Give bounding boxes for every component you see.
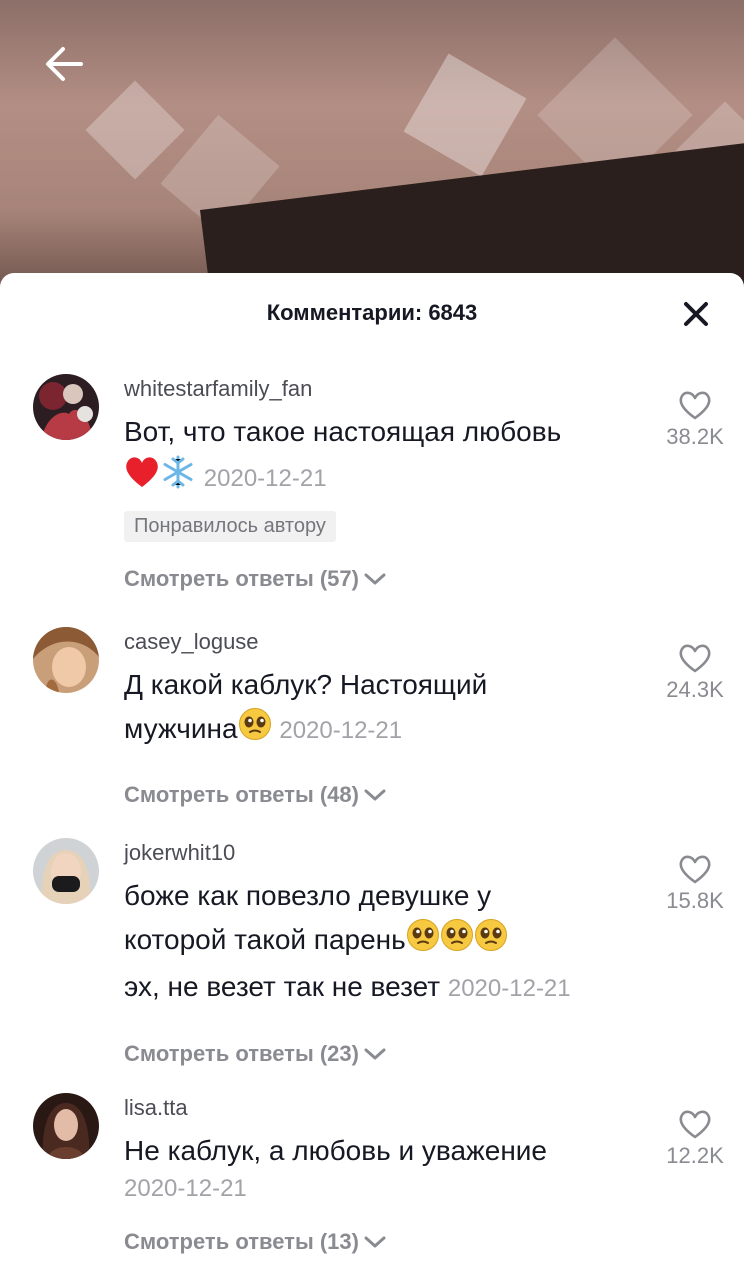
comments-sheet: Комментарии: 6843 whitestarfamily_fan Во…: [0, 273, 744, 1280]
comment-date: 2020-12-21: [124, 1175, 247, 1202]
view-replies-button[interactable]: Смотреть ответы (13): [124, 1229, 634, 1255]
pleading-face-icon: [440, 918, 474, 965]
pleading-face-icon: [406, 918, 440, 965]
view-replies-button[interactable]: Смотреть ответы (23): [124, 1041, 634, 1067]
comment-text-line: Не каблук, а любовь и уважение: [124, 1135, 548, 1166]
comment-username[interactable]: whitestarfamily_fan: [124, 374, 634, 404]
avatar[interactable]: [33, 374, 99, 440]
heart-outline-icon: [679, 644, 711, 673]
like-button[interactable]: 24.3K: [652, 643, 738, 703]
comment-text-line: эх, не везет так не везет: [124, 971, 441, 1003]
avatar[interactable]: [33, 838, 99, 904]
chevron-down-icon: [364, 1048, 386, 1060]
pleading-face-icon: [474, 918, 508, 965]
comment-text: Д какой каблук? Настоящий мужчина 2020-1…: [124, 663, 634, 754]
view-replies-label: Смотреть ответы (57): [124, 566, 359, 591]
view-replies-label: Смотреть ответы (23): [124, 1041, 359, 1067]
close-icon: [684, 302, 708, 326]
view-replies-button[interactable]: Смотреть ответы (48): [124, 782, 634, 808]
view-replies-label: Смотреть ответы (48): [124, 782, 359, 808]
comment-text-line: которой такой парень: [124, 924, 406, 955]
close-button[interactable]: [682, 300, 710, 328]
comment-item: jokerwhit10 боже как повезло девушке у к…: [0, 838, 744, 1088]
like-button[interactable]: 15.8K: [652, 854, 738, 914]
comment-text-line: боже как повезло девушке у: [124, 880, 492, 911]
comment-date: 2020-12-21: [279, 717, 403, 744]
like-count: 38.2K: [666, 424, 724, 449]
chevron-down-icon: [364, 573, 386, 585]
avatar[interactable]: [33, 1093, 99, 1159]
comment-text-line: мужчина: [124, 713, 238, 744]
view-replies-button[interactable]: Смотреть ответы (57): [124, 566, 634, 592]
comment-item: lisa.tta Не каблук, а любовь и уважение …: [0, 1093, 744, 1280]
back-button[interactable]: [40, 40, 88, 88]
like-count: 12.2K: [666, 1143, 724, 1168]
avatar[interactable]: [33, 627, 99, 693]
comment-item: whitestarfamily_fan Вот, что такое насто…: [0, 374, 744, 604]
red-heart-icon: [124, 455, 160, 502]
heart-outline-icon: [679, 1110, 711, 1139]
snowflake-icon: [160, 454, 196, 503]
liked-by-author-badge: Понравилось автору: [124, 511, 336, 542]
comment-text: боже как повезло девушке у которой такой…: [124, 874, 634, 1011]
comment-text-line: Вот, что такое настоящая любовь: [124, 416, 562, 447]
comment-item: casey_loguse Д какой каблук? Настоящий м…: [0, 627, 744, 827]
comment-username[interactable]: jokerwhit10: [124, 838, 634, 868]
like-button[interactable]: 12.2K: [652, 1109, 738, 1169]
heart-outline-icon: [679, 855, 711, 884]
back-arrow-icon: [46, 47, 83, 81]
comments-count-title: Комментарии: 6843: [266, 300, 478, 325]
pleading-face-icon: [238, 707, 272, 754]
comment-text-line: Д какой каблук? Настоящий: [124, 669, 488, 700]
like-count: 24.3K: [666, 677, 724, 702]
sheet-header: Комментарии: 6843: [0, 273, 744, 353]
comment-username[interactable]: lisa.tta: [124, 1093, 634, 1123]
comment-date: 2020-12-21: [447, 975, 571, 1003]
comment-date: 2020-12-21: [203, 464, 327, 492]
comment-text: Не каблук, а любовь и уважение: [124, 1129, 634, 1173]
comment-username[interactable]: casey_loguse: [124, 627, 634, 657]
heart-outline-icon: [679, 391, 711, 420]
comment-text: Вот, что такое настоящая любовь 2020-12-…: [124, 410, 634, 503]
chevron-down-icon: [364, 789, 386, 801]
chevron-down-icon: [364, 1236, 386, 1248]
like-count: 15.8K: [666, 888, 724, 913]
view-replies-label: Смотреть ответы (13): [124, 1229, 359, 1254]
video-background: [0, 0, 744, 300]
like-button[interactable]: 38.2K: [652, 390, 738, 450]
